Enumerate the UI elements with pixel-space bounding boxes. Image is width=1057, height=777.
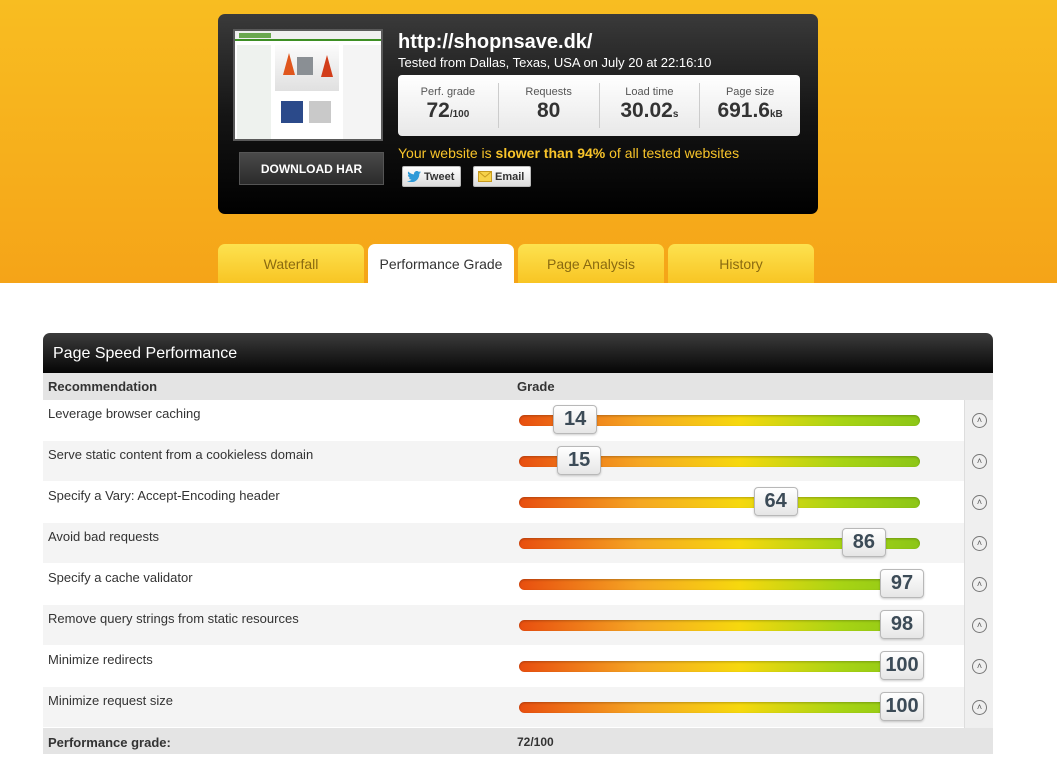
tweet-button[interactable]: Tweet	[402, 166, 462, 187]
perf-grade-value: 72	[426, 99, 450, 122]
email-label: Email	[495, 170, 525, 183]
table-row[interactable]: Serve static content from a cookieless d…	[43, 441, 993, 482]
twitter-bird-icon	[407, 171, 421, 182]
tab-history[interactable]: History	[668, 244, 814, 283]
summary-card: DOWNLOAD HAR http://shopnsave.dk/ Tested…	[218, 14, 818, 214]
chevron-up-circle-icon: ˄	[972, 700, 987, 715]
table-row[interactable]: Minimize request size 100 ˄	[43, 687, 993, 728]
table-row[interactable]: Specify a Vary: Accept-Encoding header 64…	[43, 482, 993, 523]
stat-value: 30.02s	[600, 99, 700, 123]
expand-toggle[interactable]: ˄	[964, 687, 993, 728]
expand-toggle[interactable]: ˄	[964, 564, 993, 605]
email-button[interactable]: Email	[473, 166, 532, 187]
chevron-up-circle-icon: ˄	[972, 454, 987, 469]
recommendation-name: Serve static content from a cookieless d…	[48, 447, 314, 462]
grade-bar	[519, 497, 920, 508]
expand-toggle[interactable]: ˄	[964, 400, 993, 441]
expand-toggle[interactable]: ˄	[964, 523, 993, 564]
chevron-up-circle-icon: ˄	[972, 495, 987, 510]
perf-grade-unit: /100	[449, 109, 470, 120]
grade-bar	[519, 579, 920, 590]
page-speed-panel: Page Speed Performance Recommendation Gr…	[43, 333, 993, 754]
chevron-up-circle-icon: ˄	[972, 577, 987, 592]
tab-waterfall[interactable]: Waterfall	[218, 244, 364, 283]
page-size-unit: kB	[770, 109, 783, 120]
table-header: Recommendation Grade	[43, 373, 993, 400]
col-grade: Grade	[517, 379, 555, 394]
load-time-unit: s	[672, 109, 679, 120]
stat-value: 72/100	[398, 99, 498, 123]
stat-perf-grade: Perf. grade 72/100	[398, 83, 499, 128]
recommendation-name: Remove query strings from static resourc…	[48, 611, 299, 626]
grade-bar	[519, 661, 920, 672]
grade-badge: 100	[880, 692, 924, 721]
recommendation-name: Specify a Vary: Accept-Encoding header	[48, 488, 280, 503]
page-size-value: 691.6	[717, 99, 770, 122]
footer-label: Performance grade:	[48, 735, 171, 750]
grade-bar	[519, 702, 920, 713]
load-time-value: 30.02	[620, 99, 673, 122]
recommendation-name: Specify a cache validator	[48, 570, 193, 585]
grade-badge: 64	[753, 487, 798, 516]
tested-url[interactable]: http://shopnsave.dk/	[398, 31, 592, 54]
stats-panel: Perf. grade 72/100 Requests 80 Load time…	[398, 75, 800, 136]
envelope-icon	[478, 171, 492, 182]
tab-performance-grade[interactable]: Performance Grade	[368, 244, 514, 283]
expand-toggle[interactable]: ˄	[964, 646, 993, 687]
site-screenshot-thumbnail[interactable]	[233, 29, 383, 141]
chevron-up-circle-icon: ˄	[972, 618, 987, 633]
grade-badge: 14	[553, 405, 598, 434]
panel-title: Page Speed Performance	[43, 333, 993, 373]
recommendation-name: Minimize redirects	[48, 652, 153, 667]
stat-label: Perf. grade	[420, 86, 476, 98]
verdict-prefix: Your website is	[398, 145, 496, 161]
table-row[interactable]: Specify a cache validator 97 ˄	[43, 564, 993, 605]
stat-label: Requests	[525, 86, 572, 98]
speed-verdict: Your website is slower than 94% of all t…	[398, 145, 739, 161]
recommendation-list: Leverage browser caching 14 ˄ Serve static …	[43, 400, 993, 728]
recommendation-name: Avoid bad requests	[48, 529, 160, 544]
expand-toggle[interactable]: ˄	[964, 482, 993, 523]
verdict-suffix: of all tested websites	[605, 145, 740, 161]
table-row[interactable]: Leverage browser caching 14 ˄	[43, 400, 993, 441]
requests-value: 80	[536, 99, 561, 122]
expand-toggle[interactable]: ˄	[964, 605, 993, 646]
stat-page-size: Page size 691.6kB	[700, 83, 800, 128]
chevron-up-circle-icon: ˄	[972, 536, 987, 551]
footer-value: 72/100	[517, 735, 554, 749]
verdict-highlight: slower than 94%	[495, 145, 606, 161]
grade-badge: 98	[880, 610, 924, 639]
grade-badge: 15	[557, 446, 602, 475]
expand-toggle[interactable]: ˄	[964, 441, 993, 482]
stat-label: Page size	[725, 86, 775, 98]
stat-load-time: Load time 30.02s	[600, 83, 701, 128]
stat-requests: Requests 80	[499, 83, 600, 128]
table-row[interactable]: Remove query strings from static resourc…	[43, 605, 993, 646]
table-row[interactable]: Minimize redirects 100 ˄	[43, 646, 993, 687]
tweet-label: Tweet	[424, 170, 455, 183]
grade-badge: 100	[880, 651, 924, 680]
chevron-up-circle-icon: ˄	[972, 413, 987, 428]
stat-label: Load time	[625, 86, 674, 98]
tab-page-analysis[interactable]: Page Analysis	[518, 244, 664, 283]
chevron-up-circle-icon: ˄	[972, 659, 987, 674]
recommendation-name: Minimize request size	[48, 693, 173, 708]
grade-badge: 86	[841, 528, 886, 557]
col-recommendation: Recommendation	[48, 379, 158, 394]
grade-badge: 97	[880, 569, 924, 598]
download-har-button[interactable]: DOWNLOAD HAR	[239, 152, 384, 185]
recommendation-name: Leverage browser caching	[48, 406, 201, 421]
stat-value: 691.6kB	[700, 99, 800, 123]
table-footer: Performance grade: 72/100	[43, 728, 993, 754]
table-row[interactable]: Avoid bad requests 86 ˄	[43, 523, 993, 564]
grade-bar	[519, 620, 920, 631]
test-info: Tested from Dallas, Texas, USA on July 2…	[398, 55, 712, 70]
